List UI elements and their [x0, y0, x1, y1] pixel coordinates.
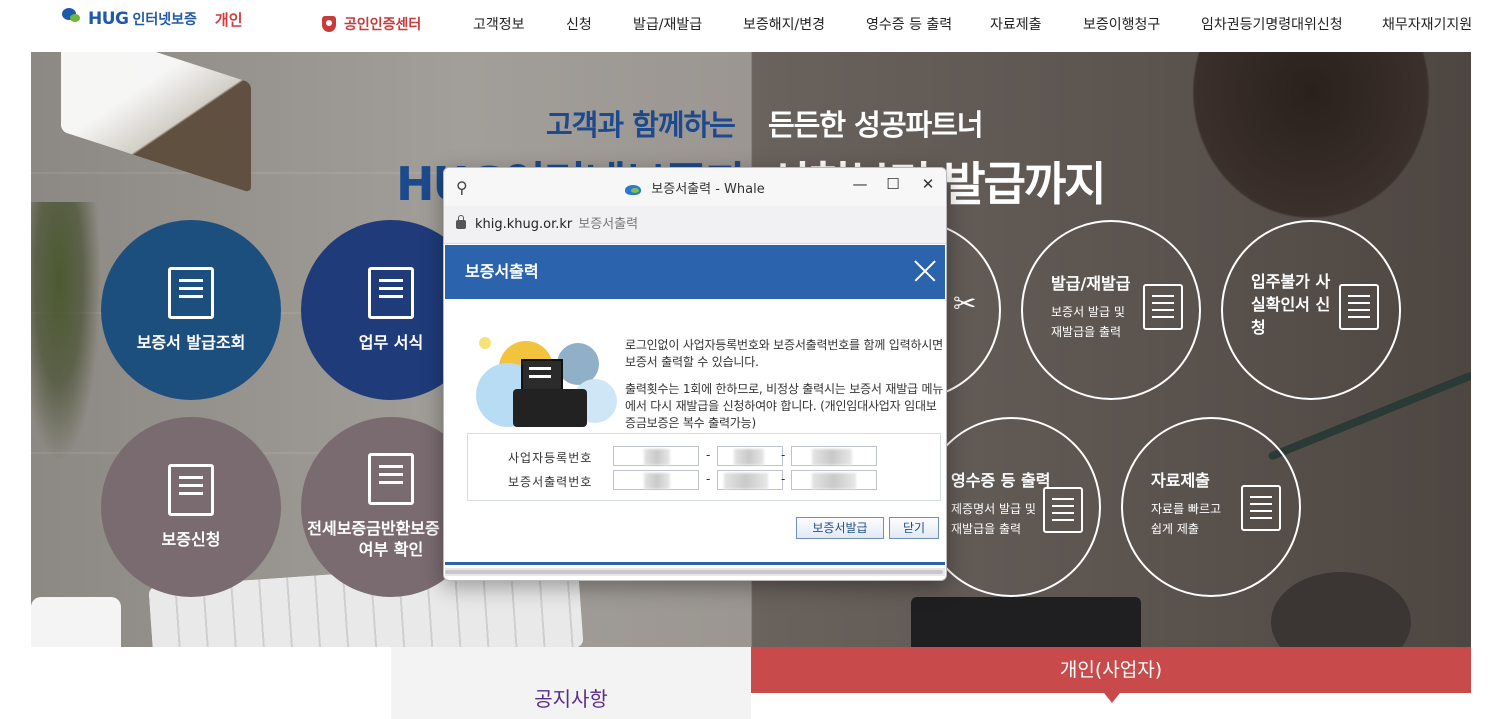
- bizno-label: 사업자등록번호: [508, 451, 593, 465]
- cert-center-label: 공인인증센터: [344, 17, 422, 33]
- menu-debtor-support[interactable]: 채무자재기지원: [1382, 14, 1472, 34]
- printer-illustration: [473, 333, 623, 433]
- checklist-icon: [168, 463, 214, 516]
- bizno-field-2[interactable]: [717, 446, 783, 466]
- shield-icon: [322, 16, 336, 32]
- scissors-icon: ✂: [953, 287, 977, 320]
- guarantee-print-dialog: 보증서출력 로그인없이 사업자등록번호와 보증서출력번호를 함께 입력하시면 보…: [445, 245, 945, 565]
- data-submit-ring-button[interactable]: 자료제출 자료를 빠르고 쉽게 제출: [1121, 417, 1301, 597]
- guarantee-inquiry-button[interactable]: 보증서 발급조회: [101, 220, 281, 400]
- hug-logo-icon: [60, 8, 86, 30]
- notice-label: 공지사항: [534, 687, 608, 711]
- dialog-message: 로그인없이 사업자등록번호와 보증서출력번호를 함께 입력하시면 보증서 출력할…: [625, 337, 945, 432]
- printno-field-2[interactable]: [717, 470, 783, 490]
- address-host: khig.khug.or.kr: [475, 217, 573, 232]
- dialog-title: 보증서출력: [445, 245, 945, 299]
- top-navigation: HUG 인터넷보증 개인 공인인증센터 고객정보 신청 발급/재발급 보증해지/…: [0, 0, 1495, 52]
- printno-field-3[interactable]: [791, 470, 877, 490]
- move-in-certificate-ring-button[interactable]: 입주불가 사실확인서 신청: [1221, 220, 1401, 400]
- maximize-button[interactable]: ☐: [881, 172, 905, 196]
- headline-left-1: 고객과 함께하는: [546, 108, 736, 142]
- menu-apply[interactable]: 신청: [566, 14, 592, 34]
- notebook-decoration: [911, 597, 1141, 647]
- horizontal-scrollbar[interactable]: [445, 568, 945, 576]
- personal-business-tab[interactable]: 개인(사업자): [751, 647, 1471, 693]
- close-window-button[interactable]: ✕: [916, 172, 940, 196]
- bizno-field-3[interactable]: [791, 446, 877, 466]
- bizno-row: 사업자등록번호 - -: [468, 446, 940, 468]
- dialog-message-1: 로그인없이 사업자등록번호와 보증서출력번호를 함께 입력하시면 보증서 출력할…: [625, 338, 943, 370]
- bizno-dash-1: -: [706, 448, 711, 462]
- envelope-icon: [368, 266, 414, 319]
- bizno-field-1[interactable]: [613, 446, 699, 466]
- issue-reissue-ring-button[interactable]: 발급/재발급 보증서 발급 및 재발급을 출력: [1021, 220, 1201, 400]
- inbox-icon: [1143, 284, 1183, 330]
- receipt-print-desc: 제증명서 발급 및 재발급을 출력: [951, 502, 1036, 537]
- lock-icon: [456, 215, 466, 229]
- menu-issue[interactable]: 발급/재발급: [633, 14, 702, 34]
- phone-decoration: [31, 597, 121, 647]
- headline-right-1: 든든한 성공파트너: [768, 108, 984, 142]
- cert-center-link[interactable]: 공인인증센터: [322, 14, 421, 34]
- guarantee-print-window: ⚲ 보증서출력 - Whale — ☐ ✕ khig.khug.or.kr 보증서…: [443, 167, 947, 581]
- menu-terminate-change[interactable]: 보증해지/변경: [743, 14, 825, 34]
- issue-reissue-desc: 보증서 발급 및 재발급을 출력: [1051, 305, 1125, 340]
- receipt-print-title: 영수증 등 출력: [951, 471, 1051, 490]
- close-dialog-button[interactable]: 닫기: [889, 517, 939, 539]
- guarantee-apply-label: 보증신청: [161, 529, 221, 549]
- notice-tab[interactable]: 공지사항: [391, 647, 751, 719]
- tab-pointer-arrow: [1104, 693, 1120, 703]
- printno-field-1[interactable]: [613, 470, 699, 490]
- receipt-print-ring-button[interactable]: 영수증 등 출력 제증명서 발급 및 재발급을 출력: [921, 417, 1101, 597]
- printno-row: 보증서출력번호 - -: [468, 470, 940, 492]
- guarantee-inquiry-label: 보증서 발급조회: [136, 332, 246, 352]
- move-in-certificate-title: 입주불가 사실확인서 신청: [1251, 272, 1331, 338]
- menu-receipt-print[interactable]: 영수증 등 출력: [866, 14, 952, 34]
- menu-customer-info[interactable]: 고객정보: [473, 14, 525, 34]
- address-path: 보증서출력: [578, 217, 639, 232]
- document-search-icon: [368, 453, 414, 506]
- document-pen-icon: [1339, 284, 1379, 330]
- mode-personal-link[interactable]: 개인: [215, 9, 243, 30]
- whale-browser-icon: [625, 184, 642, 195]
- menu-data-submit[interactable]: 자료제출: [990, 14, 1042, 34]
- print-form: 사업자등록번호 - - 보증서출력번호 - -: [467, 433, 941, 501]
- window-titlebar[interactable]: ⚲ 보증서출력 - Whale — ☐ ✕: [444, 168, 946, 206]
- bizno-dash-2: -: [781, 448, 786, 462]
- minimize-button[interactable]: —: [848, 172, 872, 196]
- documents-icon: [1043, 487, 1083, 533]
- logo-text: HUG: [88, 9, 129, 29]
- printno-label: 보증서출력번호: [508, 475, 593, 489]
- issue-reissue-title: 발급/재발급: [1051, 274, 1131, 293]
- dialog-message-2: 출력횟수는 1회에 한하므로, 비정상 출력시는 보증서 재발급 메뉴에서 다시…: [625, 382, 944, 431]
- data-submit-desc: 자료를 빠르고 쉽게 제출: [1151, 502, 1222, 537]
- hug-logo[interactable]: HUG 인터넷보증 개인: [60, 8, 243, 30]
- menu-lease-registration[interactable]: 임차권등기명령대위신청: [1201, 14, 1343, 34]
- document-hand-icon: [1241, 485, 1281, 531]
- logo-subtitle: 인터넷보증: [132, 12, 197, 28]
- data-submit-title: 자료제출: [1151, 471, 1210, 490]
- certificate-icon: [168, 266, 214, 319]
- printno-dash-2: -: [781, 472, 786, 486]
- issue-guarantee-button[interactable]: 보증서발급: [796, 517, 884, 539]
- mouse-decoration: [1271, 572, 1411, 647]
- business-forms-label: 업무 서식: [358, 332, 424, 352]
- printno-dash-1: -: [706, 472, 711, 486]
- address-bar[interactable]: khig.khug.or.kr 보증서출력: [444, 206, 946, 244]
- dialog-close-icon[interactable]: [913, 259, 937, 283]
- plant-decoration: [31, 202, 101, 462]
- menu-claim[interactable]: 보증이행청구: [1083, 14, 1160, 34]
- guarantee-apply-button[interactable]: 보증신청: [101, 417, 281, 597]
